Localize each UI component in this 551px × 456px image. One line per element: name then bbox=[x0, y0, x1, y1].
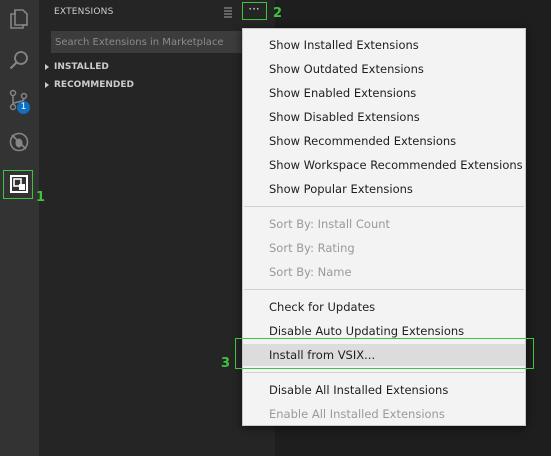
menu-item-enable-all[interactable]: Enable All Installed Extensions bbox=[243, 403, 525, 425]
recommended-section-label: RECOMMENDED bbox=[54, 80, 135, 90]
menu-item-show-disabled[interactable]: Show Disabled Extensions bbox=[243, 106, 525, 128]
sidebar-title: EXTENSIONS bbox=[54, 7, 114, 17]
chevron-right-icon bbox=[45, 81, 49, 88]
source-control-badge: 1 bbox=[17, 101, 30, 114]
menu-separator bbox=[244, 289, 524, 290]
menu-item-sort-name[interactable]: Sort By: Name bbox=[243, 261, 525, 283]
extensions-search-input[interactable] bbox=[51, 31, 271, 53]
menu-separator bbox=[244, 206, 524, 207]
annotation-box-1 bbox=[3, 170, 33, 199]
menu-item-show-popular[interactable]: Show Popular Extensions bbox=[243, 178, 525, 200]
annotation-box-3 bbox=[235, 338, 534, 369]
menu-item-sort-rating[interactable]: Sort By: Rating bbox=[243, 237, 525, 259]
installed-section-header[interactable]: INSTALLED bbox=[45, 62, 109, 72]
extensions-sidebar: EXTENSIONS INSTALLED RECOMMENDED bbox=[39, 0, 275, 456]
clear-extensions-icon[interactable] bbox=[222, 4, 234, 20]
annotation-label-2: 2 bbox=[273, 6, 283, 21]
menu-item-show-outdated[interactable]: Show Outdated Extensions bbox=[243, 58, 525, 80]
debug-icon[interactable] bbox=[7, 130, 31, 154]
recommended-section-header[interactable]: RECOMMENDED bbox=[45, 80, 134, 90]
explorer-icon[interactable] bbox=[7, 7, 31, 31]
annotation-label-3: 3 bbox=[221, 356, 231, 371]
menu-item-show-installed[interactable]: Show Installed Extensions bbox=[243, 34, 525, 56]
installed-section-label: INSTALLED bbox=[54, 62, 109, 72]
chevron-right-icon bbox=[45, 63, 49, 70]
menu-separator bbox=[244, 372, 524, 373]
activity-bar: 1 bbox=[0, 0, 39, 456]
menu-item-show-recommended[interactable]: Show Recommended Extensions bbox=[243, 130, 525, 152]
menu-item-sort-install-count[interactable]: Sort By: Install Count bbox=[243, 213, 525, 235]
annotation-box-2 bbox=[242, 2, 267, 20]
menu-item-check-updates[interactable]: Check for Updates bbox=[243, 296, 525, 318]
menu-item-show-enabled[interactable]: Show Enabled Extensions bbox=[243, 82, 525, 104]
menu-item-show-workspace-recommended[interactable]: Show Workspace Recommended Extensions bbox=[243, 154, 525, 176]
search-icon[interactable] bbox=[7, 48, 31, 72]
menu-item-disable-all[interactable]: Disable All Installed Extensions bbox=[243, 379, 525, 401]
annotation-label-1: 1 bbox=[36, 190, 46, 205]
